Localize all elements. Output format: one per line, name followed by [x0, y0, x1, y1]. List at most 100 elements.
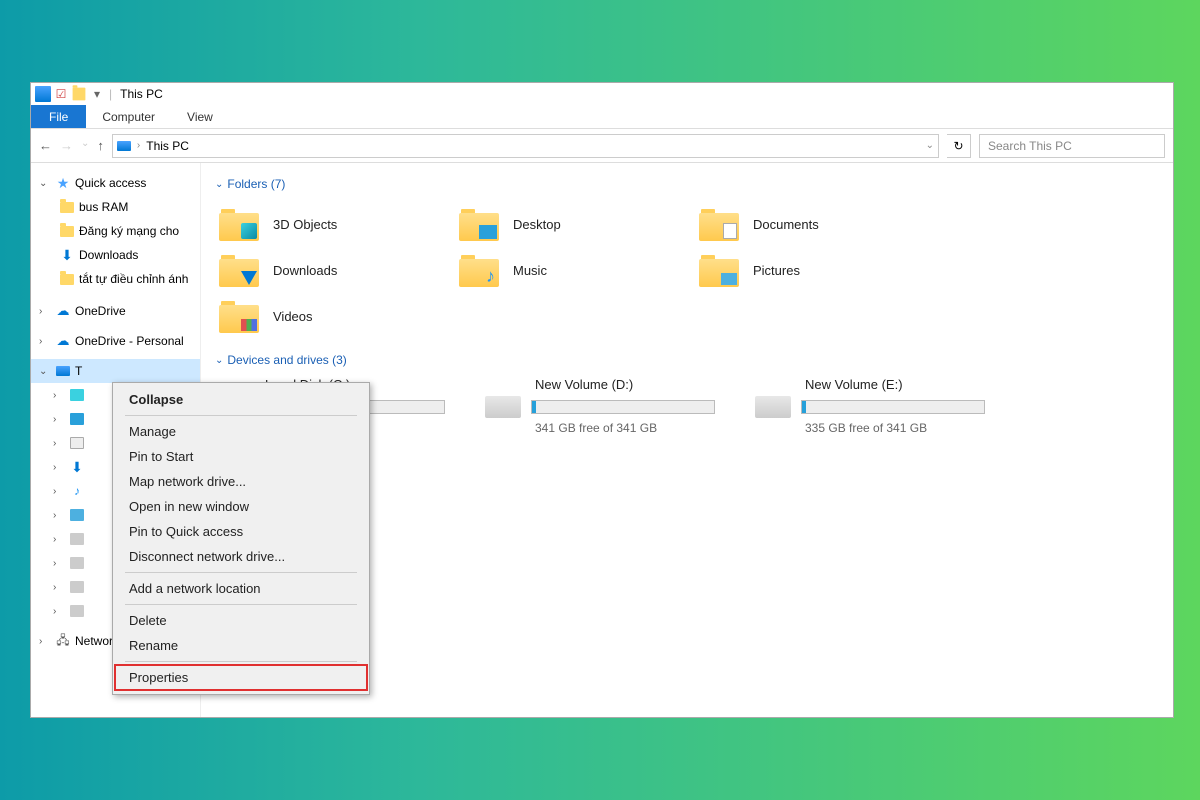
- chevron-right-icon[interactable]: ›: [53, 486, 65, 497]
- recent-dropdown-icon[interactable]: ⌄: [81, 138, 89, 153]
- tree-this-pc[interactable]: ⌄T: [31, 359, 200, 383]
- generic-icon: [69, 411, 85, 427]
- section-label: Devices and drives (3): [227, 353, 346, 367]
- menu-collapse[interactable]: Collapse: [115, 387, 367, 412]
- tab-computer[interactable]: Computer: [86, 106, 171, 128]
- menu-open-new-window[interactable]: Open in new window: [115, 494, 367, 519]
- up-button[interactable]: ↑: [97, 138, 104, 153]
- menu-disconnect-drive[interactable]: Disconnect network drive...: [115, 544, 367, 569]
- section-folders[interactable]: ⌄Folders (7): [215, 177, 1159, 191]
- pc-icon: [55, 363, 71, 379]
- menu-pin-quick-access[interactable]: Pin to Quick access: [115, 519, 367, 544]
- menu-pin-start[interactable]: Pin to Start: [115, 444, 367, 469]
- folder-videos[interactable]: Videos: [215, 293, 455, 339]
- tree-label: tắt tự điều chỉnh ánh: [79, 272, 188, 286]
- tree-label: Downloads: [79, 248, 138, 262]
- chevron-right-icon[interactable]: ›: [53, 438, 65, 449]
- tree-qa-item[interactable]: ⬇ Downloads: [31, 243, 200, 267]
- dropdown-icon[interactable]: ▾: [89, 86, 105, 102]
- chevron-right-icon[interactable]: ›: [53, 414, 65, 425]
- generic-icon: [69, 507, 85, 523]
- quick-access-toolbar: ☑ ▾: [35, 86, 105, 102]
- forward-button[interactable]: →: [60, 138, 73, 153]
- chevron-right-icon[interactable]: ›: [39, 306, 51, 317]
- address-bar[interactable]: › This PC ⌄: [112, 134, 939, 158]
- generic-icon: [69, 531, 85, 547]
- drive-icon: [69, 555, 85, 571]
- folder-icon: [219, 299, 259, 333]
- chevron-right-icon[interactable]: ›: [53, 534, 65, 545]
- chevron-right-icon[interactable]: ›: [53, 462, 65, 473]
- folder-pictures[interactable]: Pictures: [695, 247, 935, 293]
- folder-icon: [219, 207, 259, 241]
- folder-icon: [699, 207, 739, 241]
- folder-music[interactable]: ♪Music: [455, 247, 695, 293]
- tree-onedrive-personal[interactable]: ›☁OneDrive - Personal: [31, 329, 200, 353]
- tab-view[interactable]: View: [171, 106, 229, 128]
- drive-icon: [755, 396, 791, 418]
- folder-icon: [59, 199, 75, 215]
- tab-file[interactable]: File: [31, 105, 86, 128]
- folder-label: Documents: [753, 217, 819, 232]
- menu-delete[interactable]: Delete: [115, 608, 367, 633]
- navbar: ← → ⌄ ↑ › This PC ⌄ ↻ Search This PC: [31, 129, 1173, 163]
- chevron-right-icon[interactable]: ›: [53, 606, 65, 617]
- folder-icon: [59, 223, 75, 239]
- tree-label: OneDrive: [75, 304, 126, 318]
- refresh-button[interactable]: ↻: [947, 134, 971, 158]
- folder-documents[interactable]: Documents: [695, 201, 935, 247]
- checkmark-icon[interactable]: ☑: [53, 86, 69, 102]
- tree-label: bus RAM: [79, 200, 128, 214]
- drive-d[interactable]: New Volume (D:) 341 GB free of 341 GB: [485, 377, 715, 435]
- pc-icon: [35, 86, 51, 102]
- tree-qa-item[interactable]: bus RAM: [31, 195, 200, 219]
- drive-label: New Volume (D:): [535, 377, 715, 392]
- search-input[interactable]: Search This PC: [979, 134, 1165, 158]
- network-icon: 🖧: [55, 633, 71, 649]
- menu-add-network-location[interactable]: Add a network location: [115, 576, 367, 601]
- tree-quick-access[interactable]: ⌄ ★ Quick access: [31, 171, 200, 195]
- menu-manage[interactable]: Manage: [115, 419, 367, 444]
- menu-properties[interactable]: Properties: [115, 665, 367, 690]
- tree-label: T: [75, 364, 82, 378]
- back-button[interactable]: ←: [39, 138, 52, 153]
- menu-map-drive[interactable]: Map network drive...: [115, 469, 367, 494]
- drive-e[interactable]: New Volume (E:) 335 GB free of 341 GB: [755, 377, 985, 435]
- download-icon: ⬇: [69, 459, 85, 475]
- chevron-right-icon[interactable]: ›: [53, 510, 65, 521]
- folder-3d-objects[interactable]: 3D Objects: [215, 201, 455, 247]
- folder-desktop[interactable]: Desktop: [455, 201, 695, 247]
- tree-qa-item[interactable]: Đăng ký mạng cho: [31, 219, 200, 243]
- free-space: 341 GB free of 341 GB: [535, 421, 715, 435]
- usage-bar: [531, 400, 715, 414]
- folder-downloads[interactable]: Downloads: [215, 247, 455, 293]
- folder-label: Pictures: [753, 263, 800, 278]
- section-devices[interactable]: ⌄Devices and drives (3): [215, 353, 1159, 367]
- folder-icon: [219, 253, 259, 287]
- chevron-down-icon[interactable]: ⌄: [926, 140, 934, 151]
- breadcrumb[interactable]: This PC: [146, 139, 189, 153]
- drive-icon: [485, 396, 521, 418]
- folder-icon: [59, 271, 75, 287]
- star-icon: ★: [55, 175, 71, 191]
- chevron-down-icon: ⌄: [215, 179, 223, 190]
- download-icon: ⬇: [59, 247, 75, 263]
- menu-separator: [125, 604, 357, 605]
- menu-separator: [125, 661, 357, 662]
- chevron-down-icon[interactable]: ⌄: [39, 178, 51, 189]
- chevron-right-icon[interactable]: ›: [39, 336, 51, 347]
- chevron-right-icon[interactable]: ›: [53, 558, 65, 569]
- folder-small-icon: [71, 86, 87, 102]
- chevron-right-icon[interactable]: ›: [53, 582, 65, 593]
- chevron-right-icon[interactable]: ›: [137, 140, 140, 151]
- menu-rename[interactable]: Rename: [115, 633, 367, 658]
- chevron-right-icon[interactable]: ›: [53, 390, 65, 401]
- tree-qa-item[interactable]: tắt tự điều chỉnh ánh: [31, 267, 200, 291]
- chevron-down-icon[interactable]: ⌄: [39, 366, 51, 377]
- generic-icon: [69, 387, 85, 403]
- tree-onedrive[interactable]: ›☁OneDrive: [31, 299, 200, 323]
- tree-label: Quick access: [75, 176, 146, 190]
- window-title: This PC: [120, 87, 163, 101]
- chevron-right-icon[interactable]: ›: [39, 636, 51, 647]
- tree-label: Đăng ký mạng cho: [79, 224, 179, 238]
